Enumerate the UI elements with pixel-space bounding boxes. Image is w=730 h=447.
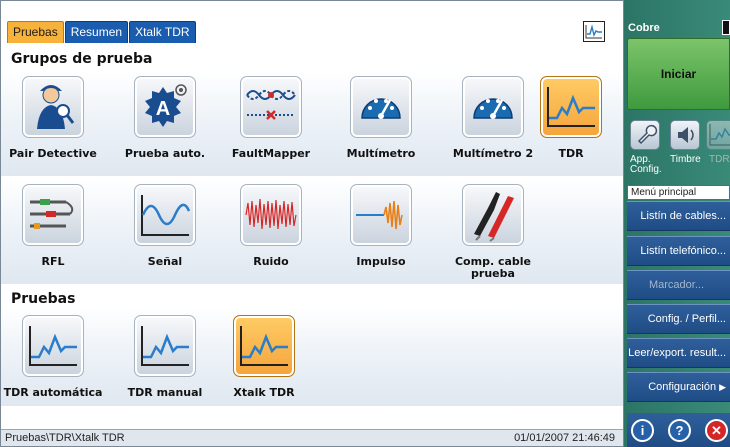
tile-tdr-manual[interactable]: TDR manual (113, 313, 217, 423)
tile-label: Pair Detective (9, 147, 97, 160)
tile-impulso[interactable]: Impulso (329, 182, 433, 292)
section-title-grupos: Grupos de prueba (11, 51, 153, 67)
start-button[interactable]: Iniciar (627, 38, 730, 110)
quick-label-timbre: Timbre (670, 154, 701, 165)
tdr-icon (540, 76, 602, 138)
noise-icon (240, 184, 302, 246)
svg-text:A: A (156, 98, 170, 120)
tile-rfl[interactable]: RFL (1, 182, 105, 292)
tile-label: RFL (41, 255, 65, 268)
tab-xtalk-tdr[interactable]: Xtalk TDR (129, 21, 196, 43)
xtalk-tdr-icon (233, 315, 295, 377)
tile-label: Multímetro (346, 147, 416, 160)
section-title-pruebas: Pruebas (11, 291, 76, 307)
tile-label: Prueba auto. (124, 147, 206, 160)
multimeter-icon (350, 76, 412, 138)
help-icon[interactable]: ? (668, 419, 691, 442)
rfl-icon (22, 184, 84, 246)
tile-prueba-auto[interactable]: A Prueba auto. (113, 74, 217, 184)
side-panel: Cobre Iniciar App. Config. Timbre TDR Me… (624, 0, 730, 447)
auto-test-icon: A (134, 76, 196, 138)
menu-item-listin-telefonico[interactable]: Listín telefónico... (627, 236, 730, 266)
menu-item-configuracion[interactable]: Configuración ▶ (627, 372, 730, 402)
bottom-bar: i ? ✕ (627, 413, 730, 447)
waveform-icon (585, 24, 602, 39)
graph-view-button[interactable] (583, 21, 605, 42)
main-panel: Pruebas Resumen Xtalk TDR Grupos de prue… (0, 0, 624, 447)
test-cable-comp-icon (462, 184, 524, 246)
quick-label-app-config: App. Config. (630, 154, 662, 175)
tile-label: Comp. cable prueba (454, 255, 532, 280)
menu-item-leer-export[interactable]: Leer/export. result... (627, 338, 730, 368)
wrench-icon[interactable] (630, 120, 660, 150)
faultmapper-icon (240, 76, 302, 138)
tile-pair-detective[interactable]: Pair Detective (1, 74, 105, 184)
tab-resumen[interactable]: Resumen (64, 21, 129, 43)
menu-item-marcador[interactable]: Marcador... (627, 270, 730, 300)
multimeter-2-icon (462, 76, 524, 138)
tdr-manual-icon (134, 315, 196, 377)
tile-label: Ruido (253, 255, 289, 268)
status-bar: Pruebas\TDR\Xtalk TDR 01/01/2007 21:46:4… (1, 429, 623, 446)
tab-bar: Pruebas Resumen Xtalk TDR (1, 1, 623, 44)
tdr-mini-icon[interactable] (706, 120, 730, 150)
side-title: Cobre (628, 22, 660, 34)
tile-tdr[interactable]: TDR (519, 74, 623, 184)
tile-label: FaultMapper (231, 147, 311, 160)
quick-label-tdr: TDR (709, 154, 730, 165)
tabs: Pruebas Resumen Xtalk TDR (7, 21, 197, 43)
status-datetime: 01/01/2007 21:46:49 (514, 432, 615, 444)
tab-pruebas[interactable]: Pruebas (7, 21, 64, 43)
tile-label: TDR manual (127, 386, 203, 399)
pair-detective-icon (22, 76, 84, 138)
tdr-auto-icon (22, 315, 84, 377)
tile-label: TDR automática (3, 386, 103, 399)
tile-comp-cable-prueba[interactable]: Comp. cable prueba (441, 182, 545, 292)
quick-actions: App. Config. Timbre TDR (624, 120, 730, 180)
info-icon[interactable]: i (631, 419, 654, 442)
tile-senal[interactable]: Señal (113, 182, 217, 292)
close-icon[interactable]: ✕ (705, 419, 728, 442)
tile-label: Xtalk TDR (233, 386, 295, 399)
menu-item-config-perfil[interactable]: Config. / Perfil... (627, 304, 730, 334)
speaker-icon[interactable] (670, 120, 700, 150)
tile-multimetro[interactable]: Multímetro (329, 74, 433, 184)
tile-faultmapper[interactable]: FaultMapper (219, 74, 323, 184)
menu-item-label: Configuración (648, 381, 717, 393)
menu-item-listin-cables[interactable]: Listín de cables... (627, 201, 730, 231)
tile-xtalk-tdr[interactable]: Xtalk TDR (212, 313, 316, 423)
tile-label: Impulso (356, 255, 406, 268)
submenu-arrow-icon: ▶ (719, 382, 726, 392)
battery-icon (722, 20, 730, 35)
tile-label: TDR (558, 147, 584, 160)
tile-ruido[interactable]: Ruido (219, 182, 323, 292)
tile-tdr-automatica[interactable]: TDR automática (1, 313, 105, 423)
impulse-icon (350, 184, 412, 246)
status-path: Pruebas\TDR\Xtalk TDR (5, 432, 125, 444)
menu-header: Menú principal (627, 185, 730, 200)
tile-label: Señal (147, 255, 183, 268)
signal-icon (134, 184, 196, 246)
